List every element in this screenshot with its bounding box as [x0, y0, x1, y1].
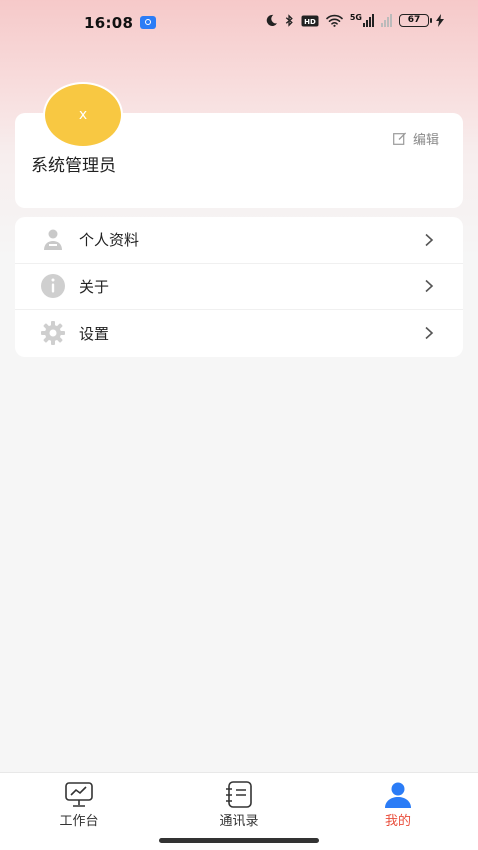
status-time: 16:08 — [84, 14, 134, 32]
nav-label-mine: 我的 — [384, 814, 411, 829]
signal-weak-icon — [381, 14, 392, 27]
menu-label-settings: 设置 — [79, 324, 110, 343]
info-icon — [41, 274, 65, 299]
status-bar: 16:08 HD 5G 67 — [0, 0, 478, 46]
nav-item-contacts[interactable]: 通讯录 — [199, 781, 279, 829]
avatar-text: x — [78, 107, 88, 123]
charging-icon — [436, 14, 444, 27]
nav-label-contacts: 通讯录 — [219, 814, 259, 829]
contacts-icon — [226, 781, 252, 808]
app-notification-icon — [140, 16, 156, 29]
menu-label-about: 关于 — [79, 277, 110, 296]
wifi-icon — [326, 14, 343, 27]
nav-item-workbench[interactable]: 工作台 — [39, 781, 119, 829]
signal-icon: 5G — [350, 14, 374, 27]
chevron-right-icon — [425, 327, 434, 340]
edit-button[interactable]: 编辑 — [393, 129, 439, 148]
user-name: 系统管理员 — [31, 156, 116, 176]
avatar[interactable]: x — [43, 82, 123, 148]
profile-icon — [385, 782, 411, 808]
menu-card: 个人资料 关于 设置 — [15, 217, 463, 357]
nav-item-mine[interactable]: 我的 — [358, 781, 438, 829]
menu-item-profile[interactable]: 个人资料 — [15, 217, 463, 264]
menu-label-profile: 个人资料 — [79, 231, 140, 250]
hd-icon: HD — [301, 15, 319, 26]
home-indicator — [159, 838, 319, 843]
chevron-right-icon — [425, 280, 434, 293]
menu-item-about[interactable]: 关于 — [15, 264, 463, 311]
svg-text:HD: HD — [304, 18, 316, 26]
edit-icon — [393, 132, 407, 145]
gear-icon — [41, 321, 65, 346]
edit-label: 编辑 — [412, 133, 439, 148]
moon-icon — [266, 14, 277, 26]
status-indicators: HD 5G 67 — [265, 14, 444, 27]
battery-indicator: 67 — [399, 14, 432, 27]
network-type: 5G — [349, 13, 362, 22]
person-icon — [44, 229, 62, 250]
chevron-right-icon — [425, 233, 434, 246]
workbench-icon — [65, 782, 93, 807]
menu-item-settings[interactable]: 设置 — [15, 310, 463, 357]
nav-label-workbench: 工作台 — [59, 814, 99, 829]
battery-level: 67 — [407, 15, 421, 25]
bluetooth-icon — [285, 14, 293, 27]
